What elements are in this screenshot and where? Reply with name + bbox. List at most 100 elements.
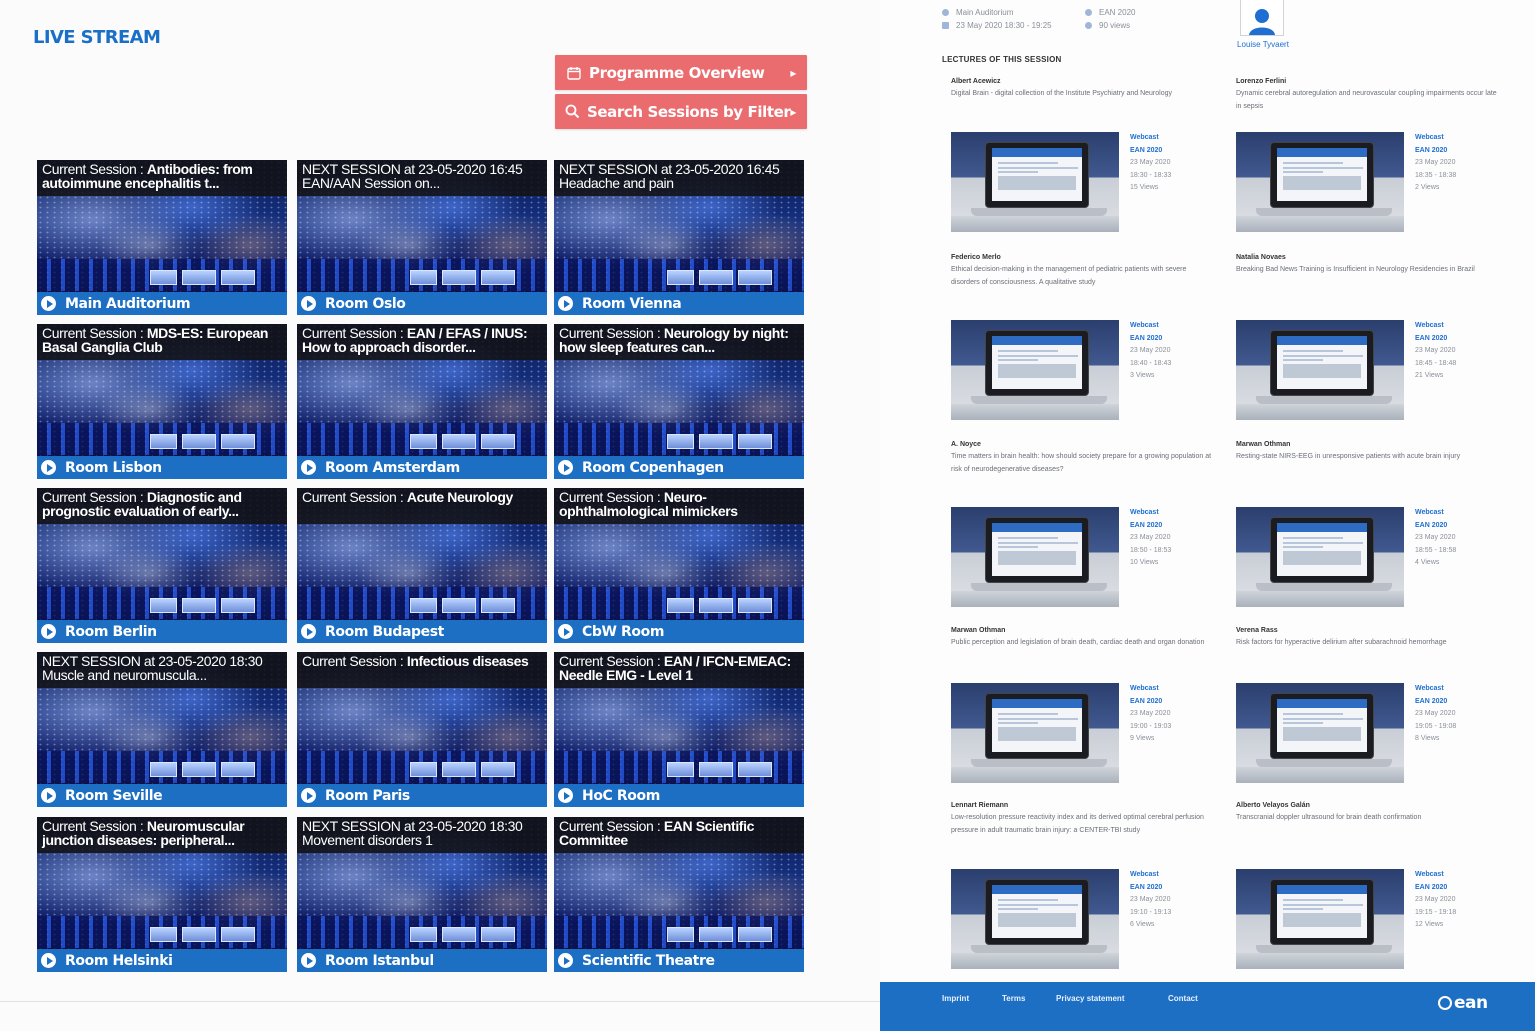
stream-tile[interactable]: Current Session : EAN / EFAS / INUS: How… <box>297 324 547 479</box>
lecture-title[interactable]: Resting-state NIRS-EEG in unresponsive p… <box>1236 451 1498 464</box>
lecture-event[interactable]: EAN 2020 <box>1130 520 1200 533</box>
lecture-thumbnail[interactable] <box>1236 869 1404 969</box>
lecture-event[interactable]: EAN 2020 <box>1130 145 1200 158</box>
room-bar[interactable]: Room Paris <box>297 784 547 807</box>
lecture-speaker[interactable]: Marwan Othman <box>951 627 1216 634</box>
stream-tile[interactable]: Current Session : Diagnostic and prognos… <box>37 488 287 643</box>
ean-logo[interactable]: ean <box>1438 993 1488 1013</box>
lecture-card[interactable]: A. Noyce Time matters in brain health: ho… <box>951 441 1216 607</box>
lecture-title[interactable]: Time matters in brain health: how should… <box>951 451 1213 476</box>
lecture-title[interactable]: Dynamic cerebral autoregulation and neur… <box>1236 88 1498 113</box>
speaker-name[interactable]: Louise Tyvaert <box>1228 40 1298 49</box>
lecture-speaker[interactable]: Verena Rass <box>1236 627 1501 634</box>
room-bar[interactable]: Room Berlin <box>37 620 287 643</box>
lecture-thumbnail[interactable] <box>1236 320 1404 420</box>
lecture-thumbnail[interactable] <box>951 869 1119 969</box>
footer-link-contact[interactable]: Contact <box>1168 994 1198 1003</box>
lecture-event[interactable]: EAN 2020 <box>1415 882 1485 895</box>
stream-tile[interactable]: Current Session : Neuro-ophthalmological… <box>554 488 804 643</box>
lecture-title[interactable]: Public perception and legislation of bra… <box>951 637 1213 650</box>
lecture-title[interactable]: Low-resolution pressure reactivity index… <box>951 812 1213 837</box>
lecture-speaker[interactable]: Natalia Novaes <box>1236 254 1501 261</box>
lecture-webcast-label[interactable]: Webcast <box>1130 869 1200 882</box>
speaker-avatar[interactable] <box>1240 0 1284 36</box>
lecture-title[interactable]: Digital Brain - digital collection of th… <box>951 88 1213 101</box>
stream-tile[interactable]: Current Session : EAN / IFCN-EMEAC: Need… <box>554 652 804 807</box>
lecture-webcast-label[interactable]: Webcast <box>1415 507 1485 520</box>
stream-tile[interactable]: Current Session : Infectious diseases Roo… <box>297 652 547 807</box>
footer-link-privacy[interactable]: Privacy statement <box>1056 994 1124 1003</box>
lecture-speaker[interactable]: Federico Merlo <box>951 254 1216 261</box>
lecture-webcast-label[interactable]: Webcast <box>1415 683 1485 696</box>
lecture-event[interactable]: EAN 2020 <box>1415 696 1485 709</box>
room-bar[interactable]: Room Lisbon <box>37 456 287 479</box>
lecture-thumbnail[interactable] <box>1236 683 1404 783</box>
lecture-speaker[interactable]: Alberto Velayos Galán <box>1236 802 1501 809</box>
stream-tile[interactable]: Current Session : MDS-ES: European Basal… <box>37 324 287 479</box>
lecture-title[interactable]: Transcranial doppler ultrasound for brai… <box>1236 812 1498 825</box>
footer-link-imprint[interactable]: Imprint <box>942 994 969 1003</box>
room-bar[interactable]: Room Budapest <box>297 620 547 643</box>
room-bar[interactable]: Room Istanbul <box>297 949 547 972</box>
room-bar[interactable]: Room Oslo <box>297 292 547 315</box>
room-bar[interactable]: CbW Room <box>554 620 804 643</box>
stream-tile[interactable]: Current Session : Antibodies: from autoi… <box>37 160 287 315</box>
lecture-event[interactable]: EAN 2020 <box>1130 696 1200 709</box>
lecture-card[interactable]: Natalia Novaes Breaking Bad News Training… <box>1236 254 1501 420</box>
stream-tile[interactable]: NEXT SESSION at 23-05-2020 18:30 Movemen… <box>297 817 547 972</box>
stream-tile[interactable]: NEXT SESSION at 23-05-2020 18:30 Muscle … <box>37 652 287 807</box>
room-bar[interactable]: Room Copenhagen <box>554 456 804 479</box>
room-bar[interactable]: Room Seville <box>37 784 287 807</box>
lecture-speaker[interactable]: A. Noyce <box>951 441 1216 448</box>
lecture-webcast-label[interactable]: Webcast <box>1130 683 1200 696</box>
lecture-thumbnail[interactable] <box>951 320 1119 420</box>
lecture-card[interactable]: Marwan Othman Resting-state NIRS-EEG in u… <box>1236 441 1501 607</box>
lecture-card[interactable]: Verena Rass Risk factors for hyperactive … <box>1236 627 1501 783</box>
programme-overview-button[interactable]: Programme Overview ▸ <box>555 55 807 90</box>
room-bar[interactable]: Scientific Theatre <box>554 949 804 972</box>
chevron-right-icon: ▸ <box>790 65 796 80</box>
lecture-card[interactable]: Albert Acewicz Digital Brain - digital co… <box>951 78 1216 232</box>
room-bar[interactable]: Main Auditorium <box>37 292 287 315</box>
lecture-title[interactable]: Ethical decision-making in the managemen… <box>951 264 1213 289</box>
lecture-card[interactable]: Lennart Riemann Low-resolution pressure r… <box>951 802 1216 969</box>
lecture-card[interactable]: Marwan Othman Public perception and legis… <box>951 627 1216 783</box>
lecture-event[interactable]: EAN 2020 <box>1130 333 1200 346</box>
stream-tile[interactable]: Current Session : EAN Scientific Committ… <box>554 817 804 972</box>
lecture-event[interactable]: EAN 2020 <box>1130 882 1200 895</box>
lecture-card[interactable]: Alberto Velayos Galán Transcranial dopple… <box>1236 802 1501 969</box>
lecture-webcast-label[interactable]: Webcast <box>1130 507 1200 520</box>
lecture-event[interactable]: EAN 2020 <box>1415 520 1485 533</box>
stream-tile[interactable]: NEXT SESSION at 23-05-2020 16:45 Headach… <box>554 160 804 315</box>
lecture-webcast-label[interactable]: Webcast <box>1415 320 1485 333</box>
room-bar[interactable]: Room Amsterdam <box>297 456 547 479</box>
stream-tile[interactable]: Current Session : Acute Neurology Room Bu… <box>297 488 547 643</box>
lecture-speaker[interactable]: Lennart Riemann <box>951 802 1216 809</box>
search-sessions-button[interactable]: Search Sessions by Filter ▸ <box>555 94 807 129</box>
room-bar[interactable]: Room Vienna <box>554 292 804 315</box>
lecture-webcast-label[interactable]: Webcast <box>1415 869 1485 882</box>
lecture-speaker[interactable]: Marwan Othman <box>1236 441 1501 448</box>
room-bar[interactable]: Room Helsinki <box>37 949 287 972</box>
lecture-thumbnail[interactable] <box>951 507 1119 607</box>
stream-tile[interactable]: Current Session : Neurology by night: ho… <box>554 324 804 479</box>
lecture-speaker[interactable]: Lorenzo Ferlini <box>1236 78 1501 85</box>
footer-link-terms[interactable]: Terms <box>1002 994 1025 1003</box>
lecture-title[interactable]: Breaking Bad News Training is Insufficie… <box>1236 264 1498 277</box>
lecture-event[interactable]: EAN 2020 <box>1415 145 1485 158</box>
lecture-thumbnail[interactable] <box>1236 132 1404 232</box>
lecture-card[interactable]: Lorenzo Ferlini Dynamic cerebral autoregu… <box>1236 78 1501 232</box>
stream-tile[interactable]: NEXT SESSION at 23-05-2020 16:45 EAN/AAN… <box>297 160 547 315</box>
lecture-thumbnail[interactable] <box>1236 507 1404 607</box>
lecture-title[interactable]: Risk factors for hyperactive delirium af… <box>1236 637 1498 650</box>
stream-tile[interactable]: Current Session : Neuromuscular junction… <box>37 817 287 972</box>
lecture-speaker[interactable]: Albert Acewicz <box>951 78 1216 85</box>
lecture-thumbnail[interactable] <box>951 683 1119 783</box>
lecture-thumbnail[interactable] <box>951 132 1119 232</box>
room-bar[interactable]: HoC Room <box>554 784 804 807</box>
lecture-card[interactable]: Federico Merlo Ethical decision-making in… <box>951 254 1216 420</box>
lecture-webcast-label[interactable]: Webcast <box>1130 320 1200 333</box>
lecture-event[interactable]: EAN 2020 <box>1415 333 1485 346</box>
lecture-webcast-label[interactable]: Webcast <box>1415 132 1485 145</box>
lecture-webcast-label[interactable]: Webcast <box>1130 132 1200 145</box>
